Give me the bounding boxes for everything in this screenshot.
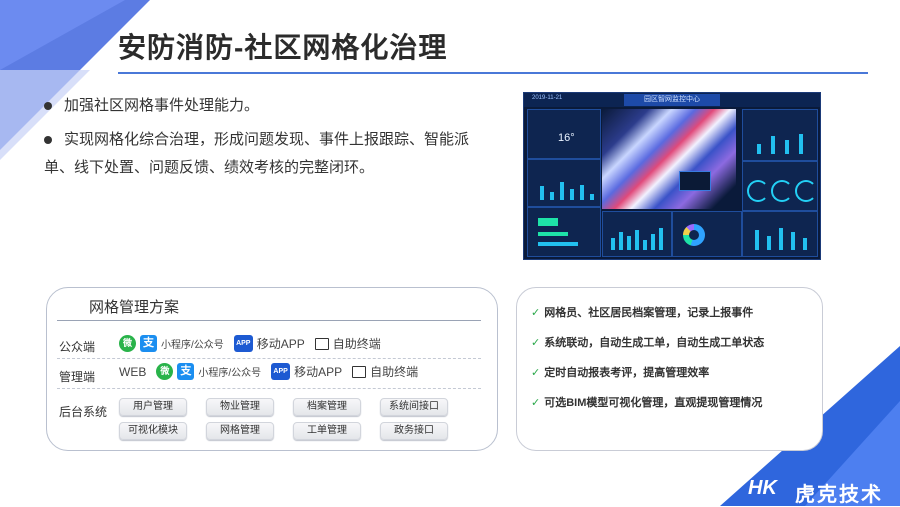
feature-text: 定时自动报表考评，提高管理效率 [544,367,710,379]
dashboard-donut [683,224,705,246]
dashboard-header: 园区智网监控中心 [624,94,720,106]
module-chip: 可视化模块 [119,422,187,440]
bullet-item: 加强社区网格事件处理能力。 [40,92,520,120]
public-channels: 微 支 小程序/公众号 APP 移动APP 自助终端 [119,335,387,352]
wechat-icon: 微 [119,335,136,352]
alipay-icon: 支 [177,363,195,380]
feature-item: ✓ 网格员、社区居民档案管理，记录上报事件 [531,304,753,320]
feature-text: 网格员、社区居民档案管理，记录上报事件 [544,307,754,319]
feature-text: 可选BIM模型可视化管理，直观提现管理情况 [544,397,763,409]
dashboard-panel [527,207,601,257]
check-icon: ✓ [531,367,541,379]
company-logo-mark: HK [748,477,777,499]
miniprogram-label: 小程序/公众号 [161,340,224,351]
app-label: 移动APP [294,365,343,379]
bullet-text: 加强社区网格事件处理能力。 [64,97,260,114]
row-label-public: 公众端 [59,340,96,354]
wechat-icon: 微 [156,363,174,380]
manage-channels: WEB 微 支 小程序/公众号 APP 移动APP 自助终端 [119,363,424,380]
module-chip: 工单管理 [293,422,361,440]
company-logo-name: 虎克技术 [795,484,883,506]
check-icon: ✓ [531,307,541,319]
dashboard-weather-panel: 16° [527,109,601,159]
bullet-text-continued: 单、线下处置、问题反馈、绩效考核的完整闭环。 [44,159,375,176]
bullet-item: 实现网格化综合治理，形成问题发现、事件上报跟踪、智能派 [40,126,520,154]
module-chip: 档案管理 [293,398,361,416]
dashboard-panel [742,211,818,257]
terminal-label: 自助终端 [332,337,381,351]
module-chip: 政务接口 [380,422,448,440]
plan-title: 网格管理方案 [89,299,180,316]
dashboard-panel [602,211,672,257]
dashboard-panel [672,211,742,257]
module-chip: 用户管理 [119,398,187,416]
bullet-dot-icon [44,136,52,144]
dashboard-map-tooltip [679,171,711,191]
grid-management-plan: 网格管理方案 公众端 微 支 小程序/公众号 APP 移动APP 自助终端 管理… [46,287,498,451]
alipay-icon: 支 [140,335,157,352]
feature-list: ✓ 网格员、社区居民档案管理，记录上报事件 ✓ 系统联动，自动生成工单，自动生成工单… [516,287,823,451]
plan-title-divider [57,320,481,321]
row-label-manage: 管理端 [59,370,96,384]
feature-item: ✓ 定时自动报表考评，提高管理效率 [531,364,709,380]
check-icon: ✓ [531,397,541,409]
feature-text: 系统联动，自动生成工单，自动生成工单状态 [544,337,765,349]
bullet-list: 加强社区网格事件处理能力。 实现网格化综合治理，形成问题发现、事件上报跟踪、智能… [40,92,520,182]
module-chip: 物业管理 [206,398,274,416]
check-icon: ✓ [531,337,541,349]
dashboard-image: 2019-11-21 园区智网监控中心 16° [523,92,821,260]
web-label: WEB [119,364,147,379]
dashboard-panel [742,109,818,161]
terminal-label: 自助终端 [370,365,419,379]
bullet-text: 实现网格化综合治理，形成问题发现、事件上报跟踪、智能派 [64,131,470,148]
feature-item: ✓ 可选BIM模型可视化管理，直观提现管理情况 [531,394,762,410]
app-icon: APP [233,335,253,352]
row-divider [57,388,481,389]
dashboard-panel [742,161,818,211]
module-chip: 网格管理 [206,422,274,440]
page-title: 安防消防-社区网格化治理 [118,32,448,63]
app-icon: APP [271,363,291,380]
dashboard-temperature: 16° [558,132,575,144]
dashboard-panel [527,159,601,207]
module-chip: 系统间接口 [380,398,448,416]
row-divider [57,358,481,359]
terminal-icon [314,337,329,350]
dashboard-heatmap [602,109,736,209]
miniprogram-label: 小程序/公众号 [198,368,262,379]
app-label: 移动APP [256,337,305,351]
title-underline [118,72,868,74]
dashboard-time: 2019-11-21 [532,95,563,101]
decor-corner-top-left-inner [0,0,125,70]
row-label-backend: 后台系统 [59,405,108,419]
terminal-icon [352,365,367,378]
feature-item: ✓ 系统联动，自动生成工单，自动生成工单状态 [531,334,764,350]
bullet-dot-icon [44,102,52,110]
